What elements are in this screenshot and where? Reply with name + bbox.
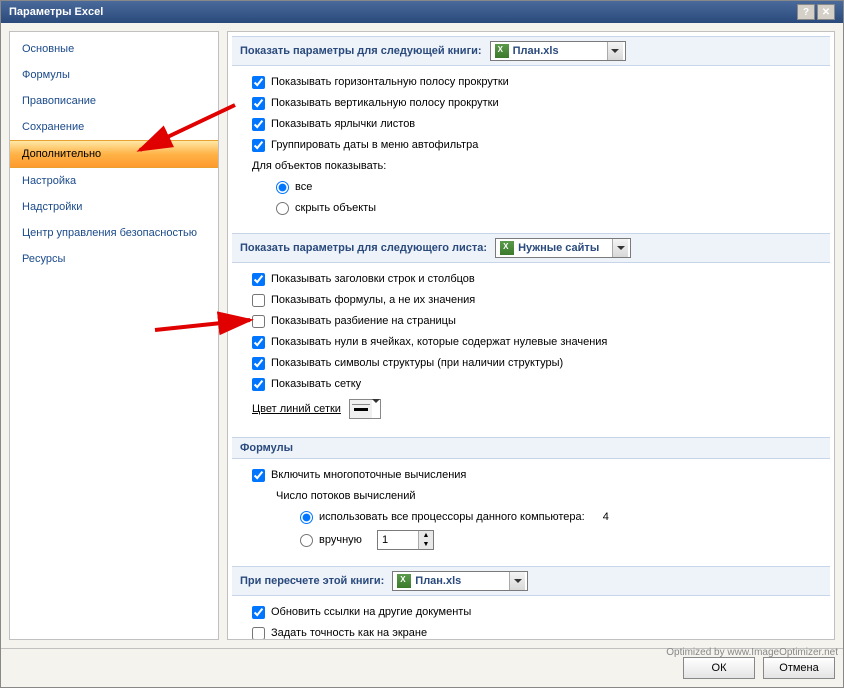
content-pane[interactable]: Показать параметры для следующей книги: … — [227, 31, 835, 640]
color-swatch-icon — [350, 400, 372, 418]
dropdown-value: План.xls — [513, 45, 603, 57]
chk-sheet-tabs[interactable] — [252, 118, 265, 131]
chk-hscroll[interactable] — [252, 76, 265, 89]
group-header-sheet: Показать параметры для следующего листа:… — [232, 233, 830, 263]
sidebar-item-general[interactable]: Основные — [10, 36, 218, 62]
chk-show-zeros[interactable] — [252, 336, 265, 349]
dropdown-value: Нужные сайты — [518, 242, 608, 254]
chk-page-breaks[interactable] — [252, 315, 265, 328]
group-header-book: Показать параметры для следующей книги: … — [232, 36, 830, 66]
recalc-book-dropdown[interactable]: План.xls — [392, 571, 528, 591]
sidebar-item-addins[interactable]: Надстройки — [10, 194, 218, 220]
objects-label: Для объектов показывать: — [252, 158, 386, 175]
sidebar-item-advanced[interactable]: Дополнительно — [10, 140, 218, 168]
gridline-color-label: Цвет линий сетки — [252, 403, 341, 415]
titlebar-buttons: ? ✕ — [797, 4, 835, 20]
threads-label: Число потоков вычислений — [276, 488, 416, 505]
group-sheet-display: Показать параметры для следующего листа:… — [232, 233, 830, 429]
chk-gridlines[interactable] — [252, 378, 265, 391]
radio-objects-all[interactable] — [276, 181, 289, 194]
group-formulas: Формулы Включить многопоточные вычислени… — [232, 437, 830, 558]
cancel-button[interactable]: Отмена — [763, 657, 835, 679]
cpu-count: 4 — [603, 509, 609, 526]
excel-file-icon — [495, 44, 509, 58]
group-header-label: Показать параметры для следующей книги: — [240, 45, 482, 57]
ok-button[interactable]: ОК — [683, 657, 755, 679]
chk-group-dates[interactable] — [252, 139, 265, 152]
titlebar: Параметры Excel ? ✕ — [1, 1, 843, 23]
group-header-recalc: При пересчете этой книги: План.xls — [232, 566, 830, 596]
group-header-formulas: Формулы — [232, 437, 830, 459]
group-book-display: Показать параметры для следующей книги: … — [232, 36, 830, 225]
group-recalc: При пересчете этой книги: План.xls Обнов… — [232, 566, 830, 640]
chk-precision-displayed[interactable] — [252, 627, 265, 640]
chk-multithread[interactable] — [252, 469, 265, 482]
chk-vscroll[interactable] — [252, 97, 265, 110]
radio-manual-threads[interactable] — [300, 534, 313, 547]
thread-count-spinner[interactable]: ▲ ▼ — [377, 530, 434, 550]
dialog-title: Параметры Excel — [9, 6, 103, 18]
dialog-body: Основные Формулы Правописание Сохранение… — [1, 23, 843, 648]
book-dropdown[interactable]: План.xls — [490, 41, 626, 61]
watermark: Optimized by www.ImageOptimizer.net — [666, 647, 838, 658]
sidebar: Основные Формулы Правописание Сохранение… — [9, 31, 219, 640]
help-button[interactable]: ? — [797, 4, 815, 20]
chevron-down-icon — [509, 572, 525, 590]
gridline-color-picker[interactable] — [349, 399, 381, 419]
chevron-down-icon — [612, 239, 628, 257]
chevron-down-icon — [607, 42, 623, 60]
sidebar-item-customize[interactable]: Настройка — [10, 168, 218, 194]
worksheet-icon — [500, 241, 514, 255]
sidebar-item-save[interactable]: Сохранение — [10, 114, 218, 140]
excel-options-dialog: Параметры Excel ? ✕ Основные Формулы Пра… — [0, 0, 844, 688]
thread-count-input[interactable] — [378, 531, 418, 549]
sheet-dropdown[interactable]: Нужные сайты — [495, 238, 631, 258]
group-header-label: Показать параметры для следующего листа: — [240, 242, 487, 254]
sidebar-item-formulas[interactable]: Формулы — [10, 62, 218, 88]
chk-headers[interactable] — [252, 273, 265, 286]
excel-file-icon — [397, 574, 411, 588]
chk-update-links[interactable] — [252, 606, 265, 619]
radio-all-cpus[interactable] — [300, 511, 313, 524]
sidebar-item-trust-center[interactable]: Центр управления безопасностью — [10, 220, 218, 246]
chk-show-formulas[interactable] — [252, 294, 265, 307]
spinner-down-icon[interactable]: ▼ — [419, 540, 433, 549]
close-button[interactable]: ✕ — [817, 4, 835, 20]
sidebar-item-resources[interactable]: Ресурсы — [10, 246, 218, 272]
sidebar-item-proofing[interactable]: Правописание — [10, 88, 218, 114]
chevron-down-icon — [372, 403, 380, 415]
chk-outline-symbols[interactable] — [252, 357, 265, 370]
radio-objects-hide[interactable] — [276, 202, 289, 215]
